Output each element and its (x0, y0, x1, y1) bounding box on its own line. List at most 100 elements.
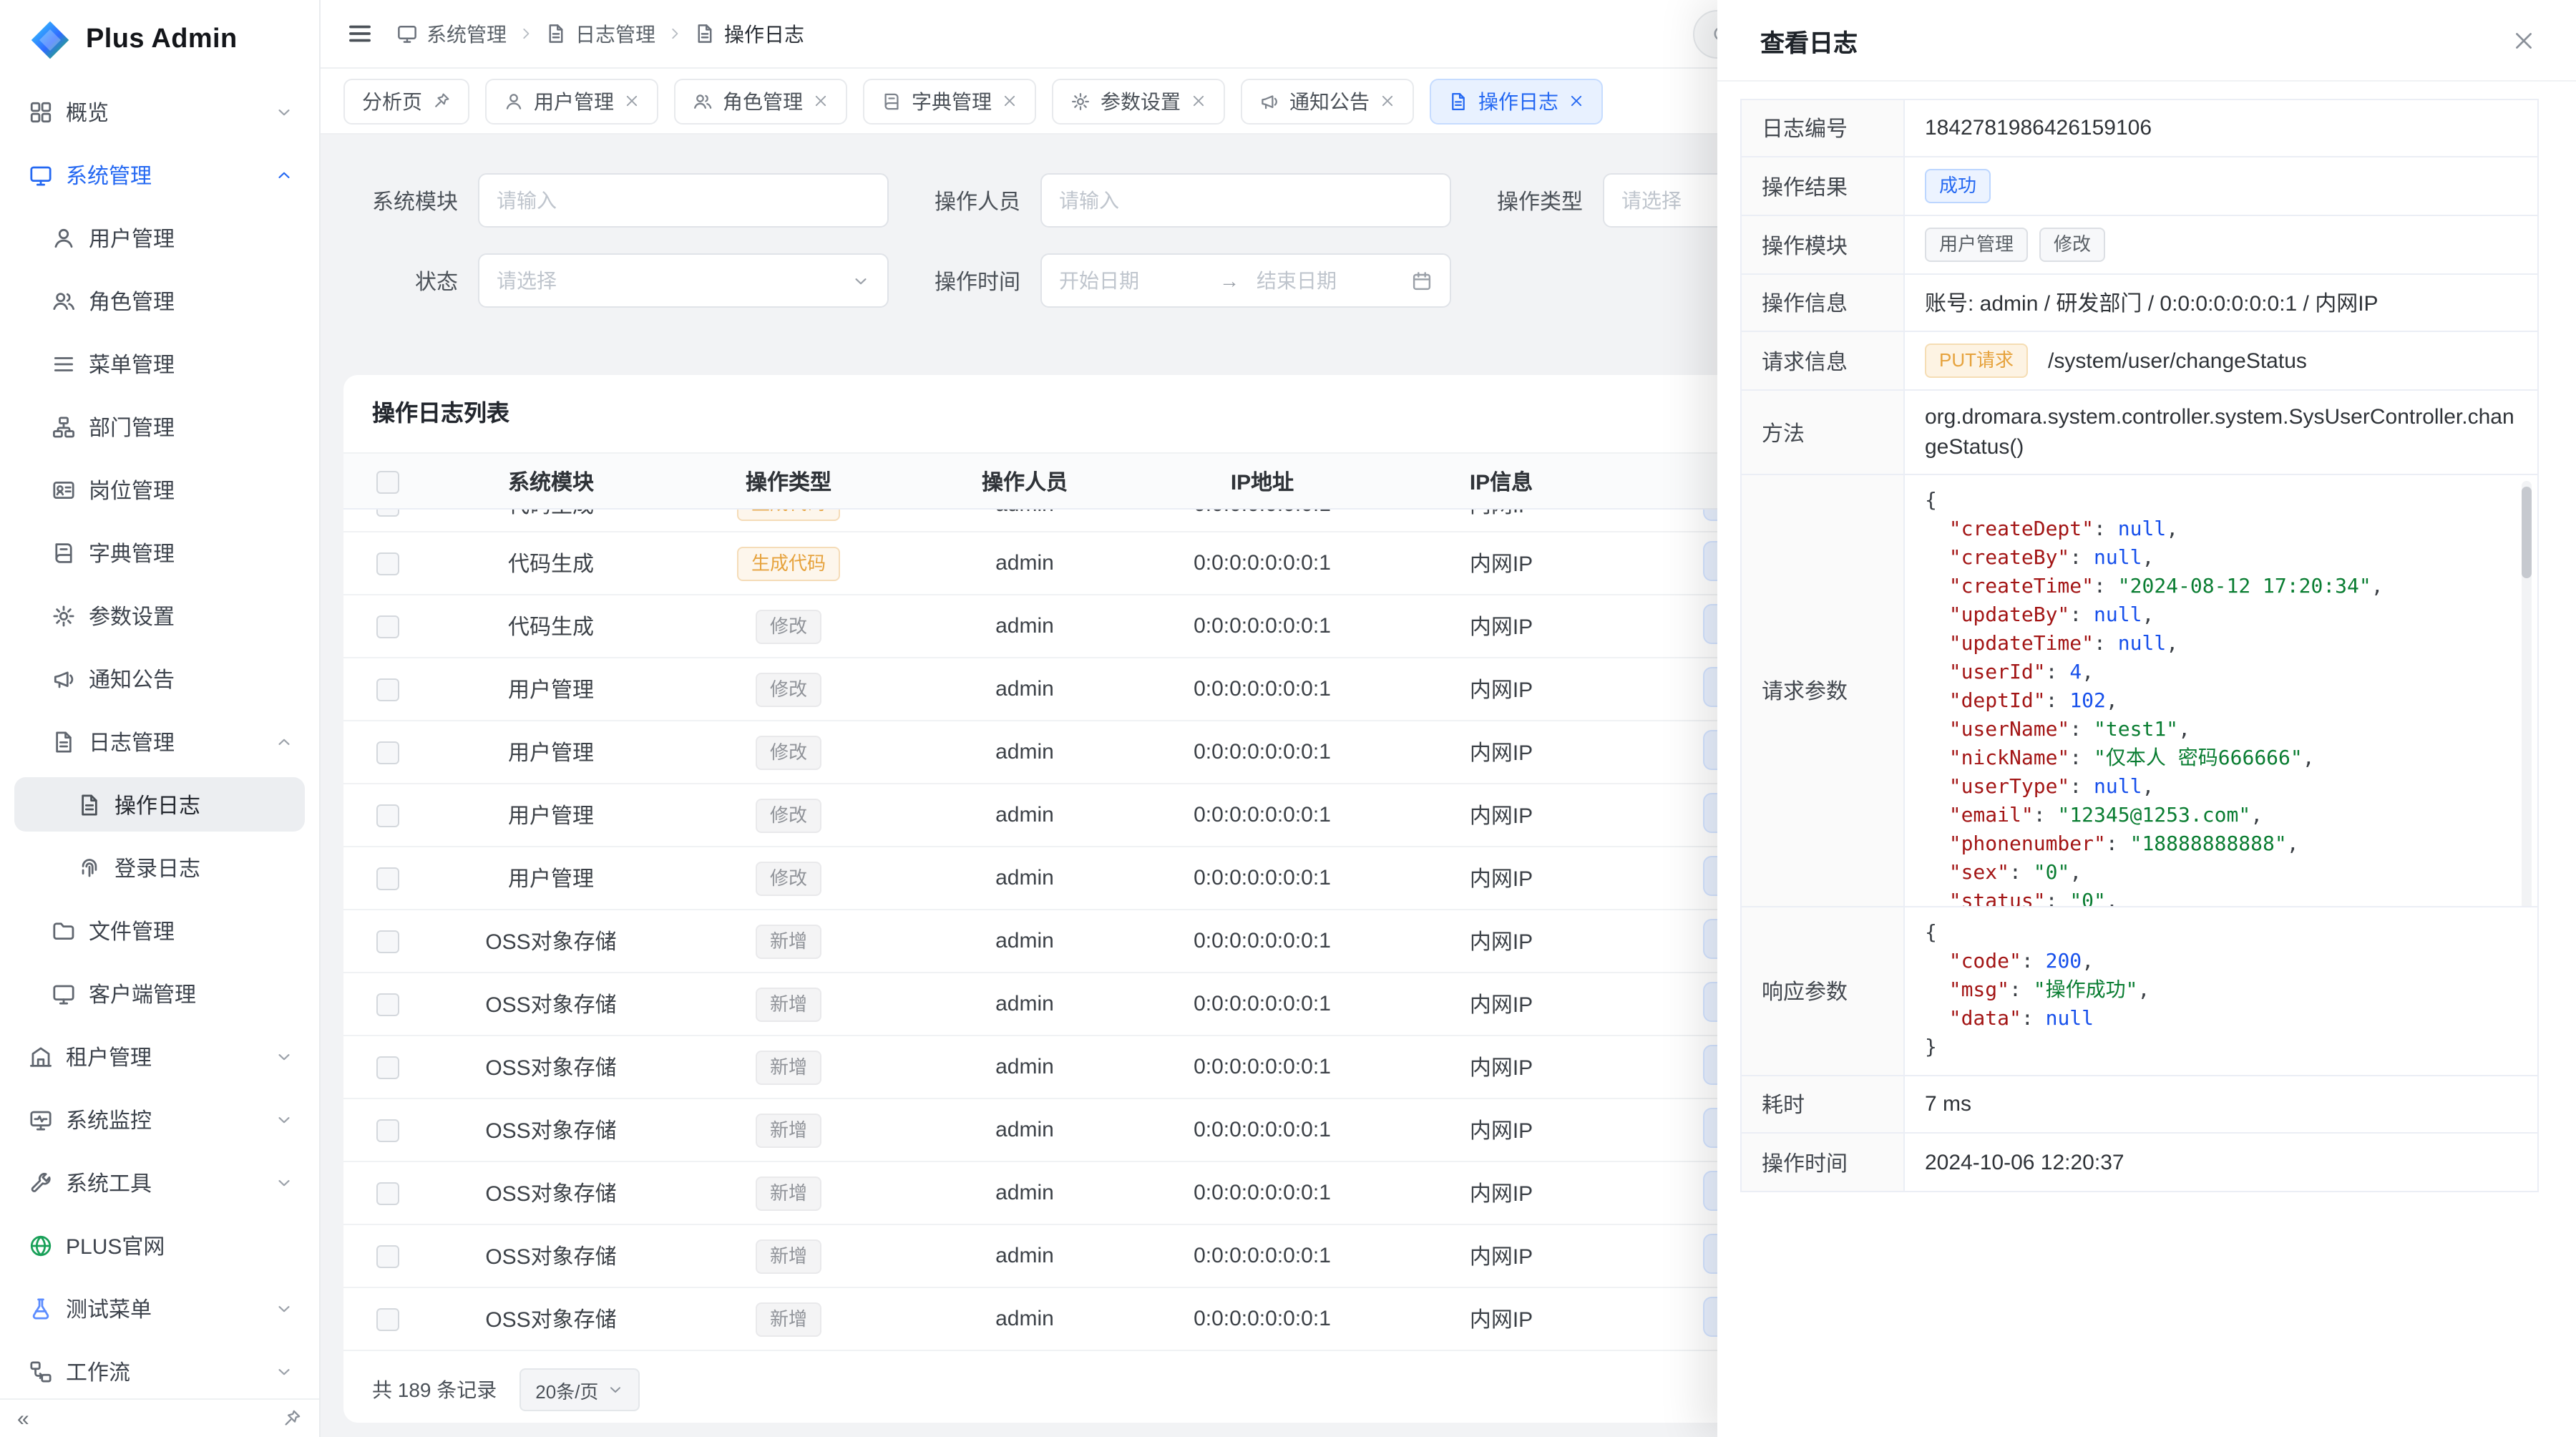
drawer-title: 查看日志 (1760, 22, 1858, 58)
tab[interactable]: 操作日志 (1430, 78, 1603, 124)
row-checkbox[interactable] (376, 741, 399, 764)
sidebar-item[interactable]: 文件管理 (14, 903, 305, 958)
cell-ip-info: 内网IP (1382, 510, 1620, 519)
sidebar-item[interactable]: 登录日志 (14, 840, 305, 895)
cell-ip: 0:0:0:0:0:0:0:1 (1142, 740, 1382, 764)
tab-close-icon[interactable] (1568, 93, 1584, 109)
sidebar-item[interactable]: 操作日志 (14, 777, 305, 832)
page-size-select[interactable]: 20条/页 (519, 1368, 640, 1411)
tab[interactable]: 分析页 (343, 78, 469, 124)
app-title: Plus Admin (86, 24, 238, 56)
sidebar-item[interactable]: 菜单管理 (14, 336, 305, 391)
tab-close-icon[interactable] (1191, 93, 1206, 109)
chevron-right-icon (667, 26, 683, 42)
chevron-up-icon (275, 165, 293, 184)
detail-label: 日志编号 (1742, 100, 1905, 156)
chevron-down-icon (275, 1047, 293, 1066)
tab[interactable]: 通知公告 (1241, 78, 1414, 124)
sidebar-item[interactable]: 测试菜单 (14, 1281, 305, 1335)
row-checkbox[interactable] (376, 1182, 399, 1205)
sidebar-item[interactable]: 字典管理 (14, 525, 305, 580)
cell-ip: 0:0:0:0:0:0:0:1 (1142, 551, 1382, 575)
tab-close-icon[interactable] (1002, 93, 1018, 109)
tab-label: 分析页 (362, 87, 422, 115)
operation-type-badge: 修改 (756, 798, 821, 832)
cell-ip: 0:0:0:0:0:0:0:1 (1142, 1118, 1382, 1142)
row-checkbox[interactable] (376, 678, 399, 701)
page-size-value: 20条/页 (535, 1376, 598, 1403)
cell-operator: admin (907, 614, 1142, 638)
column-header: 操作人员 (907, 466, 1142, 496)
app-logo[interactable]: Plus Admin (0, 0, 319, 80)
sidebar-item-label: 工作流 (66, 1356, 130, 1386)
detail-label: 方法 (1742, 391, 1905, 474)
filter-input[interactable]: 请输入 (1040, 173, 1451, 228)
operation-type-badge: 新增 (756, 1176, 821, 1210)
sidebar-item[interactable]: 用户管理 (14, 210, 305, 265)
sidebar-item[interactable]: 工作流 (14, 1344, 305, 1398)
fingerprint-icon (77, 855, 102, 880)
tab-close-icon[interactable] (1380, 93, 1395, 109)
row-checkbox[interactable] (376, 993, 399, 1016)
scrollbar[interactable] (2522, 481, 2532, 906)
sidebar-item[interactable]: 角色管理 (14, 273, 305, 328)
row-checkbox[interactable] (376, 1119, 399, 1142)
column-header: 系统模块 (432, 466, 670, 496)
row-checkbox[interactable] (376, 930, 399, 953)
sidebar-item-label: 参数设置 (89, 600, 175, 630)
cell-module: 代码生成 (432, 548, 670, 578)
doc-icon (77, 792, 102, 817)
sidebar-item[interactable]: 客户端管理 (14, 966, 305, 1020)
sidebar-item[interactable]: 系统监控 (14, 1092, 305, 1146)
row-checkbox[interactable] (376, 510, 399, 516)
row-checkbox[interactable] (376, 804, 399, 827)
cell-operator: admin (907, 929, 1142, 953)
sidebar-item[interactable]: 系统工具 (14, 1155, 305, 1209)
sidebar-item[interactable]: PLUS官网 (14, 1218, 305, 1272)
tab[interactable]: 字典管理 (863, 78, 1036, 124)
detail-label: 操作模块 (1742, 216, 1905, 273)
date-range-picker[interactable]: 开始日期→结束日期 (1040, 253, 1451, 308)
book-icon (882, 91, 902, 111)
sidebar-collapse-button[interactable]: « (17, 1408, 29, 1429)
sidebar-item[interactable]: 参数设置 (14, 588, 305, 643)
chevron-down-icon (852, 271, 870, 290)
row-checkbox[interactable] (376, 1056, 399, 1079)
breadcrumb-item[interactable]: 操作日志 (694, 19, 804, 48)
operation-type-badge: 修改 (756, 861, 821, 895)
hamburger-menu-icon[interactable] (346, 20, 374, 47)
tab-close-icon[interactable] (624, 93, 640, 109)
select-all-checkbox[interactable] (376, 470, 399, 493)
breadcrumb-item[interactable]: 系统管理 (396, 19, 507, 48)
filter-input[interactable]: 请输入 (478, 173, 889, 228)
sidebar-item[interactable]: 部门管理 (14, 399, 305, 454)
row-checkbox[interactable] (376, 1308, 399, 1331)
sidebar-item[interactable]: 通知公告 (14, 651, 305, 706)
row-checkbox[interactable] (376, 1245, 399, 1268)
sidebar-item[interactable]: 日志管理 (14, 714, 305, 769)
sidebar-item[interactable]: 概览 (14, 84, 305, 139)
pin-icon[interactable] (282, 1408, 302, 1428)
chevron-up-icon (275, 732, 293, 751)
operation-type-badge: 生成代码 (737, 546, 840, 580)
tab-label: 角色管理 (723, 87, 803, 115)
tab[interactable]: 角色管理 (674, 78, 847, 124)
tab[interactable]: 参数设置 (1052, 78, 1225, 124)
filter-select[interactable]: 请选择 (478, 253, 889, 308)
detail-row: 耗时7 ms (1742, 1076, 2537, 1134)
tab[interactable]: 用户管理 (485, 78, 658, 124)
doc-icon (545, 23, 567, 44)
sidebar-item[interactable]: 岗位管理 (14, 462, 305, 517)
tab-close-icon[interactable] (813, 93, 829, 109)
sidebar-item[interactable]: 租户管理 (14, 1029, 305, 1083)
breadcrumb-item[interactable]: 日志管理 (545, 19, 655, 48)
doc-icon (52, 729, 76, 754)
row-checkbox[interactable] (376, 615, 399, 638)
column-header: IP信息 (1382, 466, 1620, 496)
row-checkbox[interactable] (376, 867, 399, 890)
row-checkbox[interactable] (376, 552, 399, 575)
close-icon[interactable] (2512, 28, 2536, 52)
cell-operator: admin (907, 1307, 1142, 1331)
sidebar-item[interactable]: 系统管理 (14, 147, 305, 202)
scrollbar-thumb[interactable] (2522, 487, 2532, 578)
